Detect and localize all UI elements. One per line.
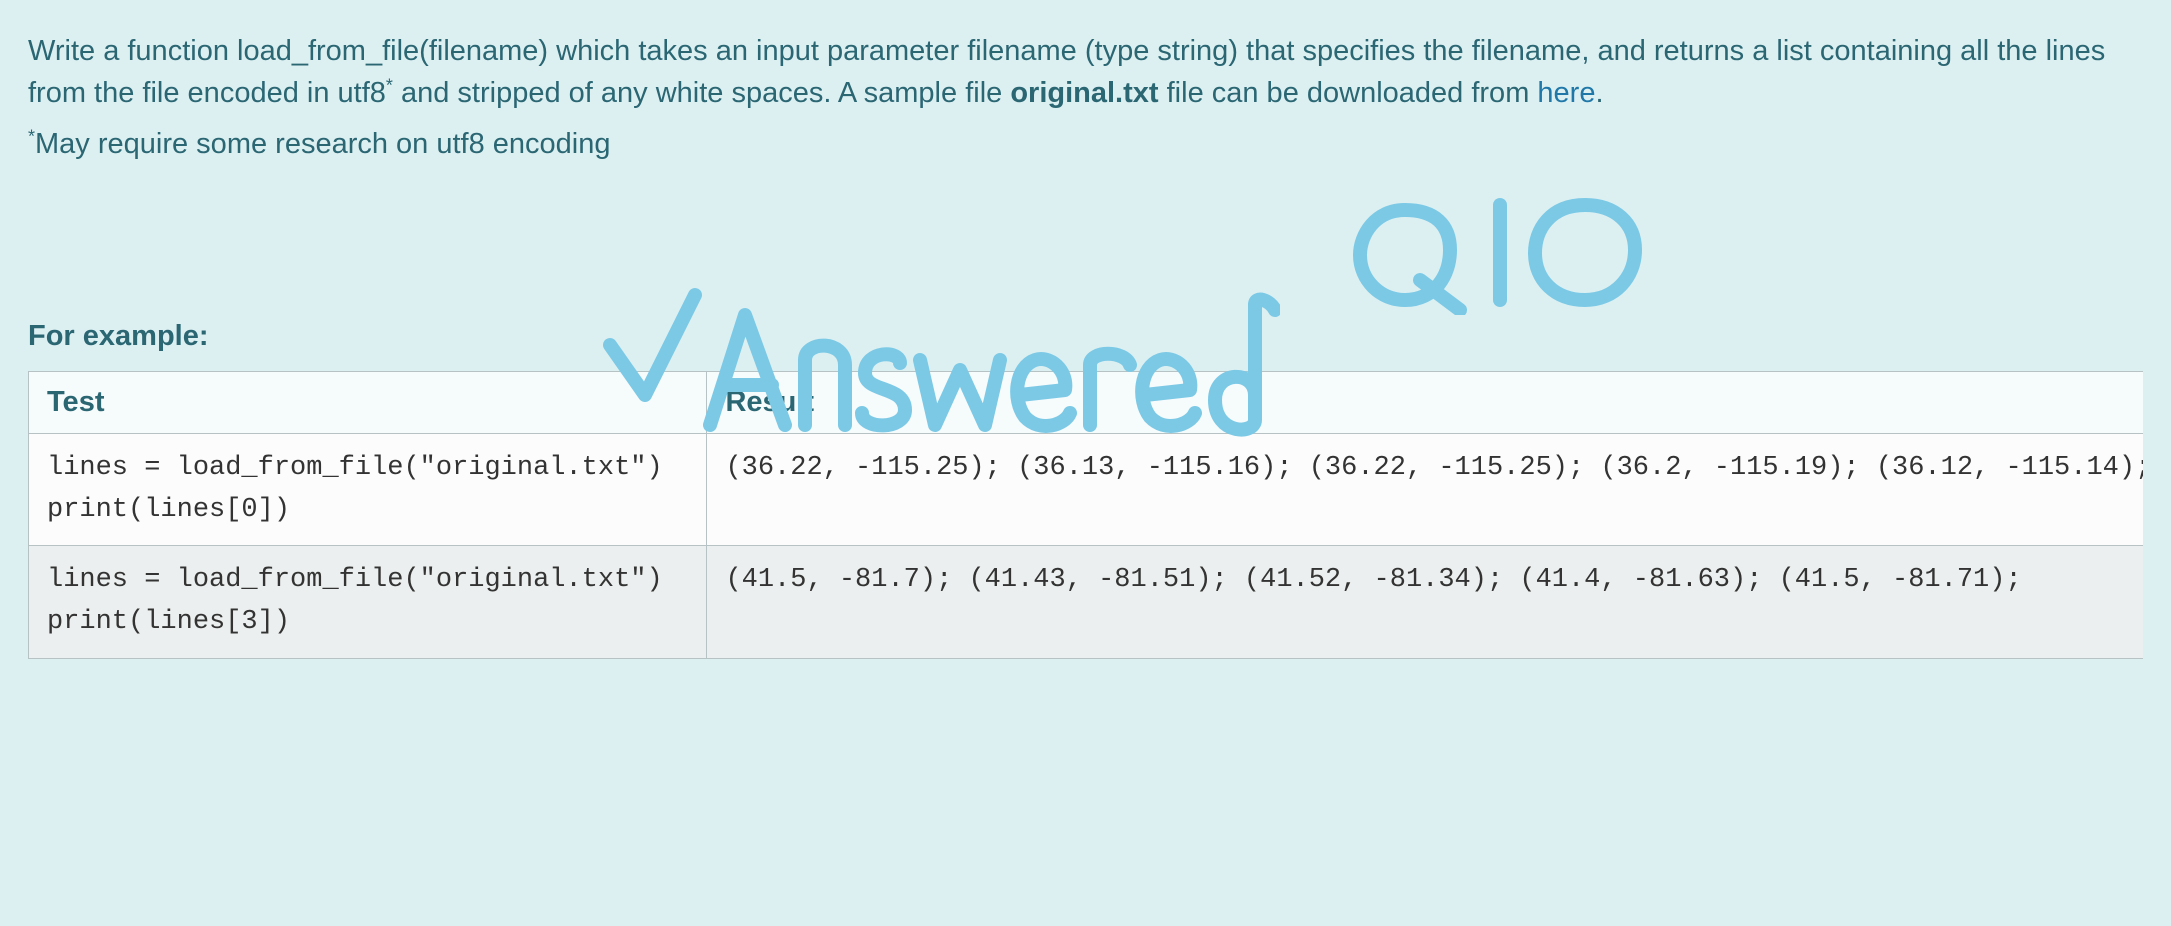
header-result: Result [707,371,2143,433]
question-page: Write a function load_from_file(filename… [0,0,2171,677]
question-text: Write a function load_from_file(filename… [28,30,2143,114]
table-header-row: Test Result [29,371,2144,433]
footnote-text: May require some research on utf8 encodi… [35,128,610,160]
question-part3: file can be downloaded from [1159,77,1538,109]
question-bold-file: original.txt [1010,77,1158,109]
cell-test: lines = load_from_file("original.txt") p… [29,546,707,659]
cell-result: (36.22, -115.25); (36.13, -115.16); (36.… [707,433,2143,546]
table-row: lines = load_from_file("original.txt") p… [29,546,2144,659]
example-table: Test Result lines = load_from_file("orig… [28,371,2143,659]
table-row: lines = load_from_file("original.txt") p… [29,433,2144,546]
footnote: *May require some research on utf8 encod… [28,124,2143,165]
question-part2: and stripped of any white spaces. A samp… [393,77,1010,109]
footnote-star: * [28,126,35,146]
example-table-scroll[interactable]: Test Result lines = load_from_file("orig… [28,371,2143,677]
cell-test: lines = load_from_file("original.txt") p… [29,433,707,546]
example-label: For example: [28,320,2143,353]
cell-result: (41.5, -81.7); (41.43, -81.51); (41.52, … [707,546,2143,659]
question-sup: * [386,75,393,95]
annotation-q10 [1350,185,1670,315]
download-link[interactable]: here [1537,77,1595,109]
question-part4: . [1595,77,1603,109]
header-test: Test [29,371,707,433]
